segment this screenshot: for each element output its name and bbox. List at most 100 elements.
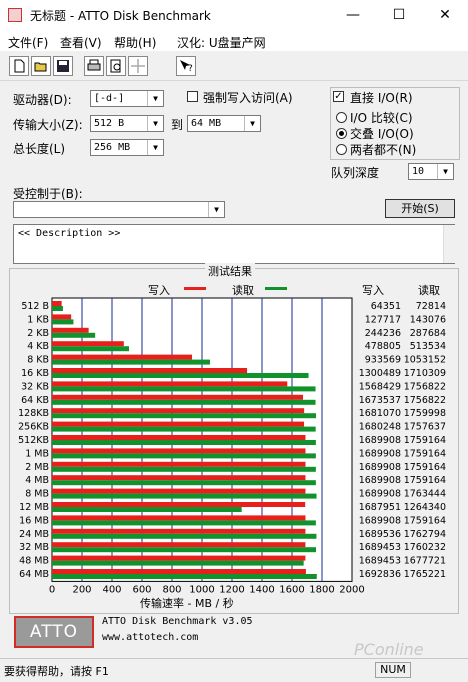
category-label: 128KB — [18, 408, 49, 419]
category-label: 512 B — [21, 301, 49, 312]
write-value: 1680248 — [359, 422, 401, 433]
category-label: 24 MB — [19, 529, 49, 540]
write-bar — [52, 435, 306, 440]
write-bar — [52, 555, 306, 561]
write-bar — [52, 475, 306, 481]
write-bar — [52, 354, 193, 360]
read-bar — [52, 560, 304, 566]
write-bar — [52, 314, 72, 320]
read-value: 1762794 — [404, 529, 446, 540]
category-label: 256KB — [18, 422, 49, 433]
write-value: 1300489 — [359, 368, 401, 379]
x-tick-label: 1000 — [189, 584, 214, 595]
write-value: 1689453 — [359, 556, 401, 567]
read-bar — [52, 493, 317, 499]
category-label: 32 MB — [19, 542, 49, 553]
read-bar — [52, 466, 316, 472]
write-bar — [52, 569, 306, 574]
write-bar — [52, 301, 62, 306]
read-bar — [52, 386, 316, 392]
write-value: 933569 — [365, 355, 401, 366]
x-tick-label: 400 — [102, 584, 121, 595]
category-label: 2 KB — [27, 328, 49, 339]
write-value: 1689908 — [359, 489, 401, 500]
category-label: 16 MB — [19, 515, 49, 526]
category-label: 8 KB — [27, 355, 49, 366]
read-bar — [52, 507, 242, 512]
write-value: 1689908 — [359, 475, 401, 486]
write-bar — [52, 381, 288, 387]
vendor-url[interactable]: www.attotech.com — [102, 632, 198, 643]
write-value: 1689908 — [359, 462, 401, 473]
read-bar — [52, 426, 316, 432]
write-bar — [52, 542, 306, 548]
read-bar — [52, 306, 63, 311]
read-bar — [52, 520, 316, 526]
read-bar — [52, 332, 96, 338]
x-tick-label: 200 — [72, 584, 91, 595]
category-label: 64 KB — [21, 395, 49, 406]
x-tick-label: 2000 — [339, 584, 364, 595]
category-label: 64 MB — [19, 569, 49, 580]
read-value: 1756822 — [404, 395, 446, 406]
write-value: 1673537 — [359, 395, 401, 406]
atto-logo-text: ATTO — [29, 622, 79, 642]
write-value: 1689908 — [359, 435, 401, 446]
write-value: 64351 — [371, 301, 401, 312]
write-bar — [52, 461, 306, 467]
category-label: 8 MB — [25, 489, 49, 500]
product-version: ATTO Disk Benchmark v3.05 — [102, 616, 253, 627]
benchmark-chart: 0 200 400 600 800 1000 1200 1400 1600 1800 2000 512… — [18, 297, 446, 595]
read-value: 1756822 — [404, 381, 446, 392]
read-value: 1264340 — [404, 502, 446, 513]
num-lock-indicator: NUM — [375, 662, 411, 678]
x-tick-label: 600 — [132, 584, 151, 595]
write-value: 1689453 — [359, 542, 401, 553]
read-bar — [52, 480, 316, 486]
read-value: 1760232 — [404, 542, 446, 553]
read-value: 1765221 — [404, 569, 446, 580]
category-label: 4 KB — [27, 341, 49, 352]
write-value: 1692836 — [359, 569, 401, 580]
read-value: 72814 — [416, 301, 446, 312]
read-bar — [52, 359, 210, 365]
write-bar — [52, 515, 306, 521]
status-text: 要获得帮助，请按 F1 — [4, 665, 109, 678]
category-label: 1 MB — [25, 448, 49, 459]
write-value: 1568429 — [359, 381, 401, 392]
watermark: PConline — [354, 640, 424, 659]
write-bar — [52, 394, 304, 400]
x-axis-label: 传输速率 - MB / 秒 — [140, 597, 234, 610]
category-label: 512KB — [18, 435, 49, 446]
read-value: 143076 — [410, 314, 446, 325]
category-label: 48 MB — [19, 556, 49, 567]
write-value: 1689908 — [359, 515, 401, 526]
write-bar — [52, 421, 305, 427]
x-tick-label: 1400 — [249, 584, 274, 595]
write-bar — [52, 408, 305, 414]
read-bar — [52, 413, 316, 419]
read-value: 1759164 — [404, 475, 446, 486]
write-value: 127717 — [365, 314, 401, 325]
category-label: 1 KB — [27, 314, 49, 325]
category-label: 12 MB — [19, 502, 49, 513]
x-tick-label: 1200 — [219, 584, 244, 595]
read-bar — [52, 574, 317, 579]
read-bar — [52, 399, 316, 405]
write-bar — [52, 488, 306, 494]
read-bar — [52, 453, 316, 459]
read-bar — [52, 373, 309, 378]
write-value: 1689908 — [359, 448, 401, 459]
read-bar — [52, 440, 316, 445]
read-value: 1763444 — [404, 489, 446, 500]
read-bar — [52, 547, 317, 553]
write-bar — [52, 448, 306, 454]
write-value: 1689536 — [359, 529, 401, 540]
x-tick-label: 0 — [49, 584, 55, 595]
x-tick-label: 1800 — [309, 584, 334, 595]
read-value: 513534 — [410, 341, 446, 352]
atto-logo: ATTO — [14, 616, 94, 648]
read-value: 287684 — [410, 328, 446, 339]
category-label: 4 MB — [25, 475, 49, 486]
category-label: 2 MB — [25, 462, 49, 473]
